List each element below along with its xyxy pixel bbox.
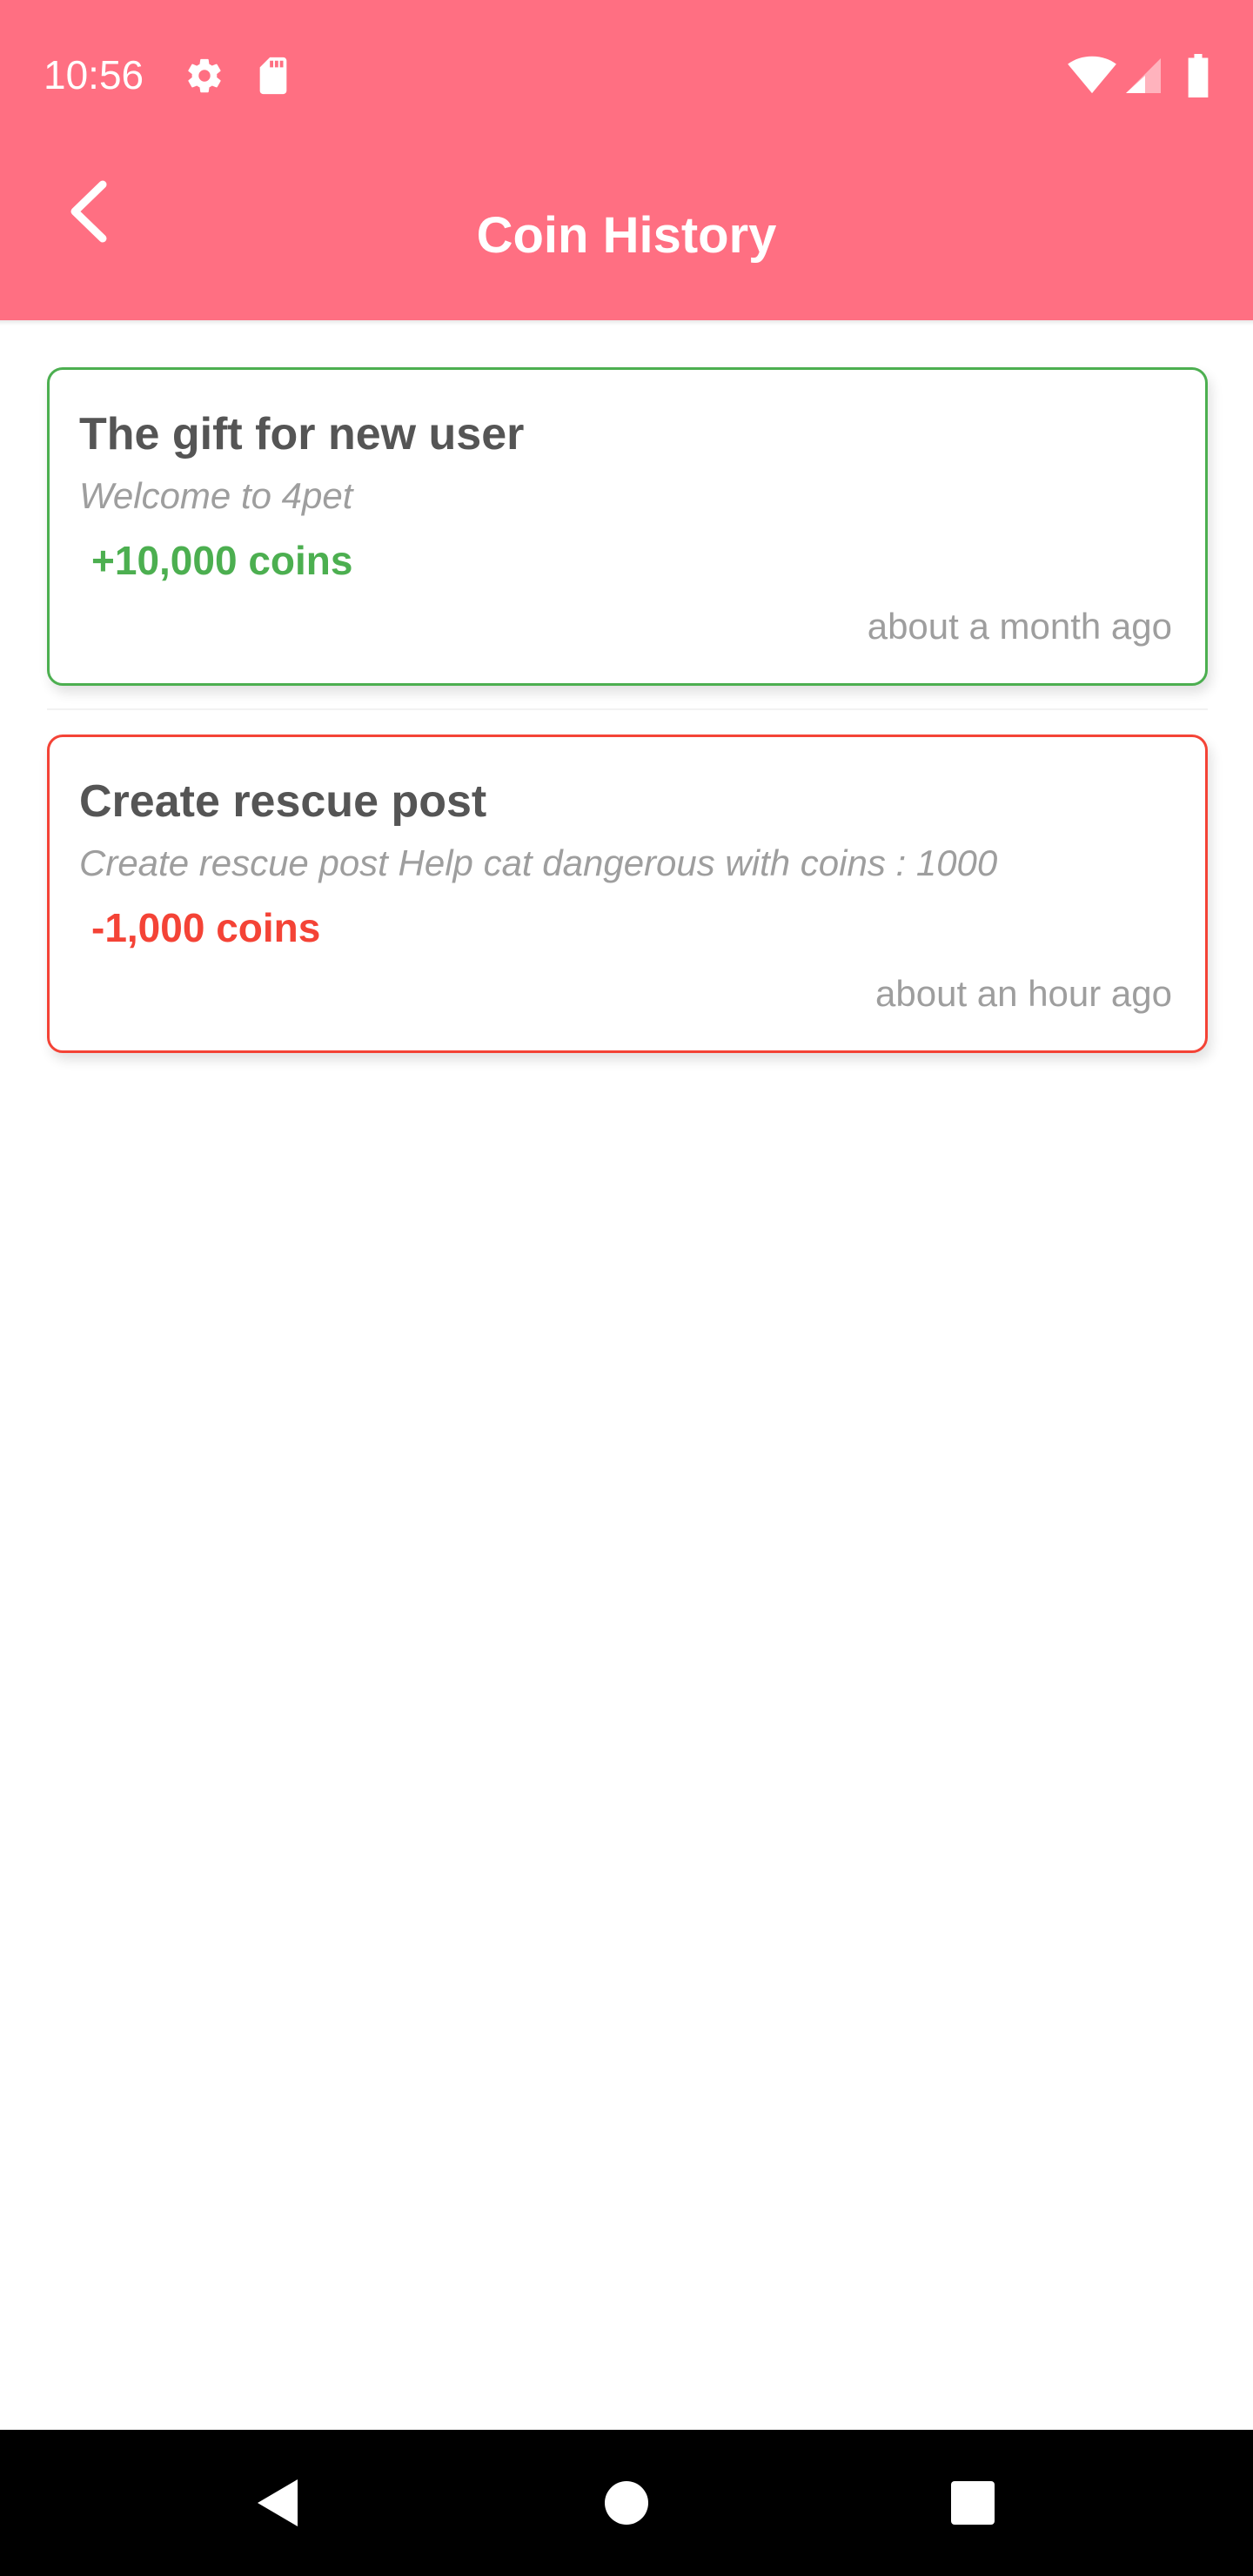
history-time: about a month ago [867, 606, 1172, 647]
signal-icon [1126, 58, 1161, 93]
status-time: 10:56 [44, 52, 144, 97]
battery-icon [1188, 54, 1209, 97]
status-bar: 10:56 [0, 0, 1253, 150]
page-title: Coin History [476, 207, 777, 264]
nav-recents-button[interactable] [929, 2459, 1016, 2546]
history-amount: -1,000 coins [91, 905, 321, 950]
nav-back-button[interactable] [233, 2459, 320, 2546]
home-circle-icon [605, 2481, 648, 2525]
history-card-create-rescue-post[interactable]: Create rescue post Create rescue post He… [47, 735, 1208, 1053]
sd-card-icon [259, 57, 287, 95]
history-title: The gift for new user [79, 409, 525, 460]
coin-history-screen: 10:56 Coin History The gift for new user… [0, 0, 1253, 2576]
app-bar-shadow [0, 320, 1253, 325]
history-time: about an hour ago [875, 973, 1172, 1014]
history-description: Create rescue post Help cat dangerous wi… [79, 842, 998, 883]
history-card-new-user-gift[interactable]: The gift for new user Welcome to 4pet +1… [47, 367, 1208, 686]
history-amount: +10,000 coins [91, 538, 353, 583]
wifi-icon [1068, 56, 1116, 94]
app-bar: Coin History [0, 150, 1253, 320]
list-divider [47, 708, 1208, 710]
nav-home-button[interactable] [583, 2459, 670, 2546]
system-navigation-bar [0, 2430, 1253, 2576]
recents-square-icon [951, 2481, 995, 2525]
gear-icon [188, 58, 221, 93]
history-title: Create rescue post [79, 776, 487, 827]
back-triangle-icon [258, 2479, 298, 2526]
history-description: Welcome to 4pet [79, 475, 353, 516]
